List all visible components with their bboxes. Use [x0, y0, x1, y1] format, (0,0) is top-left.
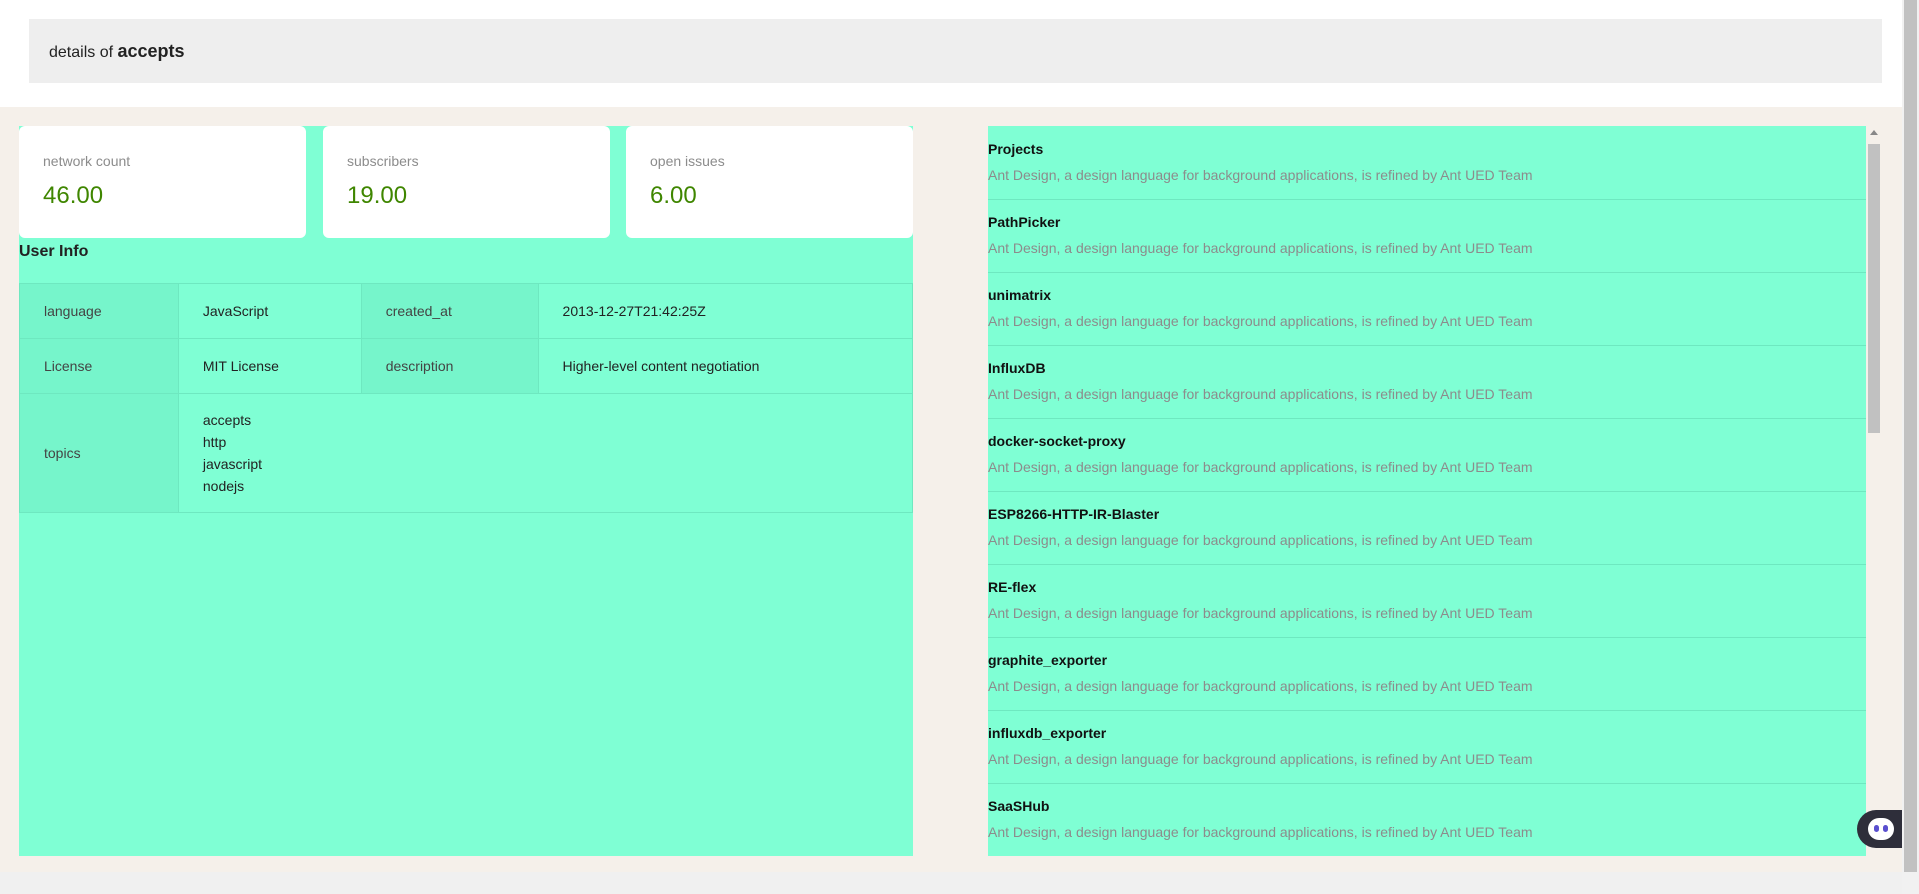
list-item[interactable]: Projects Ant Design, a design language f… — [988, 126, 1866, 200]
topic-item: javascript — [202, 456, 263, 472]
license-value: MIT License — [177, 338, 362, 394]
list-item-title[interactable]: ESP8266-HTTP-IR-Blaster — [988, 506, 1159, 522]
robot-face-icon[interactable] — [1868, 818, 1894, 840]
language-label: language — [19, 283, 179, 339]
list-item-title[interactable]: PathPicker — [988, 214, 1060, 230]
page-scrollbar[interactable] — [1902, 0, 1919, 894]
stat-value: 46.00 — [43, 182, 104, 209]
list-item-title[interactable]: graphite_exporter — [988, 652, 1107, 668]
list-item[interactable]: unimatrix Ant Design, a design language … — [988, 272, 1866, 346]
topic-item: accepts — [202, 412, 252, 428]
list-item-description: Ant Design, a design language for backgr… — [988, 386, 1533, 402]
language-value: JavaScript — [177, 283, 362, 339]
bottom-strip — [0, 872, 1902, 894]
list-item-title[interactable]: influxdb_exporter — [988, 725, 1106, 741]
list-item[interactable]: influxdb_exporter Ant Design, a design l… — [988, 710, 1866, 784]
topics-label: topics — [19, 393, 179, 513]
projects-list[interactable]: Projects Ant Design, a design language f… — [988, 126, 1866, 856]
stat-card-subscribers: subscribers 19.00 — [323, 126, 610, 238]
list-item[interactable]: ESP8266-HTTP-IR-Blaster Ant Design, a de… — [988, 491, 1866, 565]
list-item-description: Ant Design, a design language for backgr… — [988, 605, 1533, 621]
robot-eye — [1883, 825, 1888, 832]
triangle-up-icon[interactable] — [1870, 130, 1878, 135]
topic-item: http — [202, 434, 227, 450]
stat-value: 6.00 — [650, 182, 697, 209]
list-item-title[interactable]: RE-flex — [988, 579, 1036, 595]
topic-item: nodejs — [202, 478, 245, 494]
list-item[interactable]: docker-socket-proxy Ant Design, a design… — [988, 418, 1866, 492]
table-row: License MIT License description Higher-l… — [19, 338, 914, 394]
title-prefix: details of — [49, 43, 114, 61]
list-item-description: Ant Design, a design language for backgr… — [988, 459, 1533, 475]
user-info-table: language JavaScript created_at 2013-12-2… — [19, 283, 914, 513]
repo-name: accepts — [117, 40, 185, 61]
list-item-description: Ant Design, a design language for backgr… — [988, 824, 1533, 840]
list-item-title[interactable]: unimatrix — [988, 287, 1051, 303]
stat-value: 19.00 — [347, 182, 408, 209]
robot-eye — [1874, 825, 1879, 832]
repo-details-panel: network count 46.00 subscribers 19.00 op… — [19, 126, 914, 856]
stat-card-network-count: network count 46.00 — [19, 126, 306, 238]
list-item-description: Ant Design, a design language for backgr… — [988, 678, 1533, 694]
created-at-label: created_at — [360, 283, 539, 339]
projects-scrollbar[interactable] — [1866, 126, 1882, 856]
description-value: Higher-level content negotiation — [537, 338, 914, 394]
list-item[interactable]: SaaSHub Ant Design, a design language fo… — [988, 783, 1866, 856]
list-item-description: Ant Design, a design language for backgr… — [988, 532, 1533, 548]
stat-card-open-issues: open issues 6.00 — [626, 126, 913, 238]
assistant-button[interactable] — [1857, 810, 1905, 848]
page-header: details of accepts — [29, 19, 1882, 83]
created-at-value: 2013-12-27T21:42:25Z — [537, 283, 914, 339]
list-item-description: Ant Design, a design language for backgr… — [988, 751, 1533, 767]
list-item-title[interactable]: docker-socket-proxy — [988, 433, 1126, 449]
list-item-description: Ant Design, a design language for backgr… — [988, 167, 1533, 183]
stat-label: open issues — [650, 153, 725, 169]
table-row: topics accepts http javascript nodejs — [19, 393, 914, 513]
stat-label: network count — [43, 153, 131, 169]
user-info-title: User Info — [19, 243, 89, 260]
list-item[interactable]: PathPicker Ant Design, a design language… — [988, 199, 1866, 273]
list-item-description: Ant Design, a design language for backgr… — [988, 313, 1533, 329]
page: details of accepts network count 46.00 s… — [0, 0, 1919, 894]
list-item[interactable]: RE-flex Ant Design, a design language fo… — [988, 564, 1866, 638]
page-scrollbar-thumb[interactable] — [1904, 0, 1917, 872]
page-title: details of accepts — [49, 41, 185, 62]
license-label: License — [19, 338, 179, 394]
list-item[interactable]: InfluxDB Ant Design, a design language f… — [988, 345, 1866, 419]
list-item-title[interactable]: InfluxDB — [988, 360, 1046, 376]
description-label: description — [360, 338, 539, 394]
list-item-title[interactable]: SaaSHub — [988, 798, 1049, 814]
table-row: language JavaScript created_at 2013-12-2… — [19, 283, 914, 339]
stat-label: subscribers — [347, 153, 419, 169]
projects-scrollbar-thumb[interactable] — [1868, 144, 1880, 433]
list-item-description: Ant Design, a design language for backgr… — [988, 240, 1533, 256]
topics-value: accepts http javascript nodejs — [177, 393, 914, 513]
list-item-title[interactable]: Projects — [988, 141, 1043, 157]
list-item[interactable]: graphite_exporter Ant Design, a design l… — [988, 637, 1866, 711]
